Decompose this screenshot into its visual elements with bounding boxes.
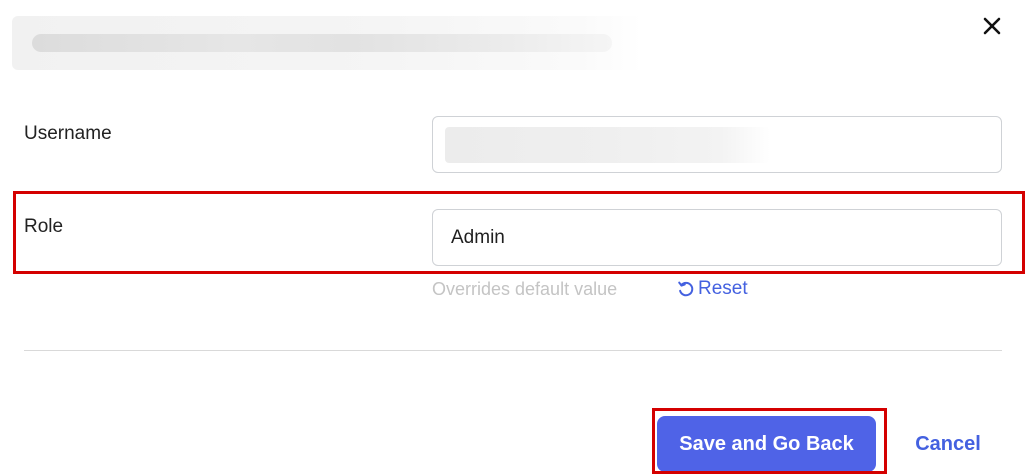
edit-user-dialog: Username Role Overrides default value Re… [0,0,1032,474]
close-icon [983,17,1001,35]
role-input[interactable] [433,210,1001,265]
reset-link[interactable]: Reset [676,278,748,300]
dialog-title-redacted [12,16,642,70]
reset-label: Reset [698,278,748,299]
role-hint-text: Overrides default value [432,279,618,299]
cancel-button[interactable]: Cancel [900,420,996,468]
role-field[interactable] [432,209,1002,266]
username-field[interactable] [432,116,1002,173]
role-label: Role [24,216,64,237]
username-value-redacted [445,127,770,163]
save-and-go-back-button[interactable]: Save and Go Back [657,416,876,472]
reset-icon [678,281,694,297]
footer-divider [24,350,1002,351]
username-label: Username [24,123,112,144]
close-button[interactable] [978,12,1006,40]
